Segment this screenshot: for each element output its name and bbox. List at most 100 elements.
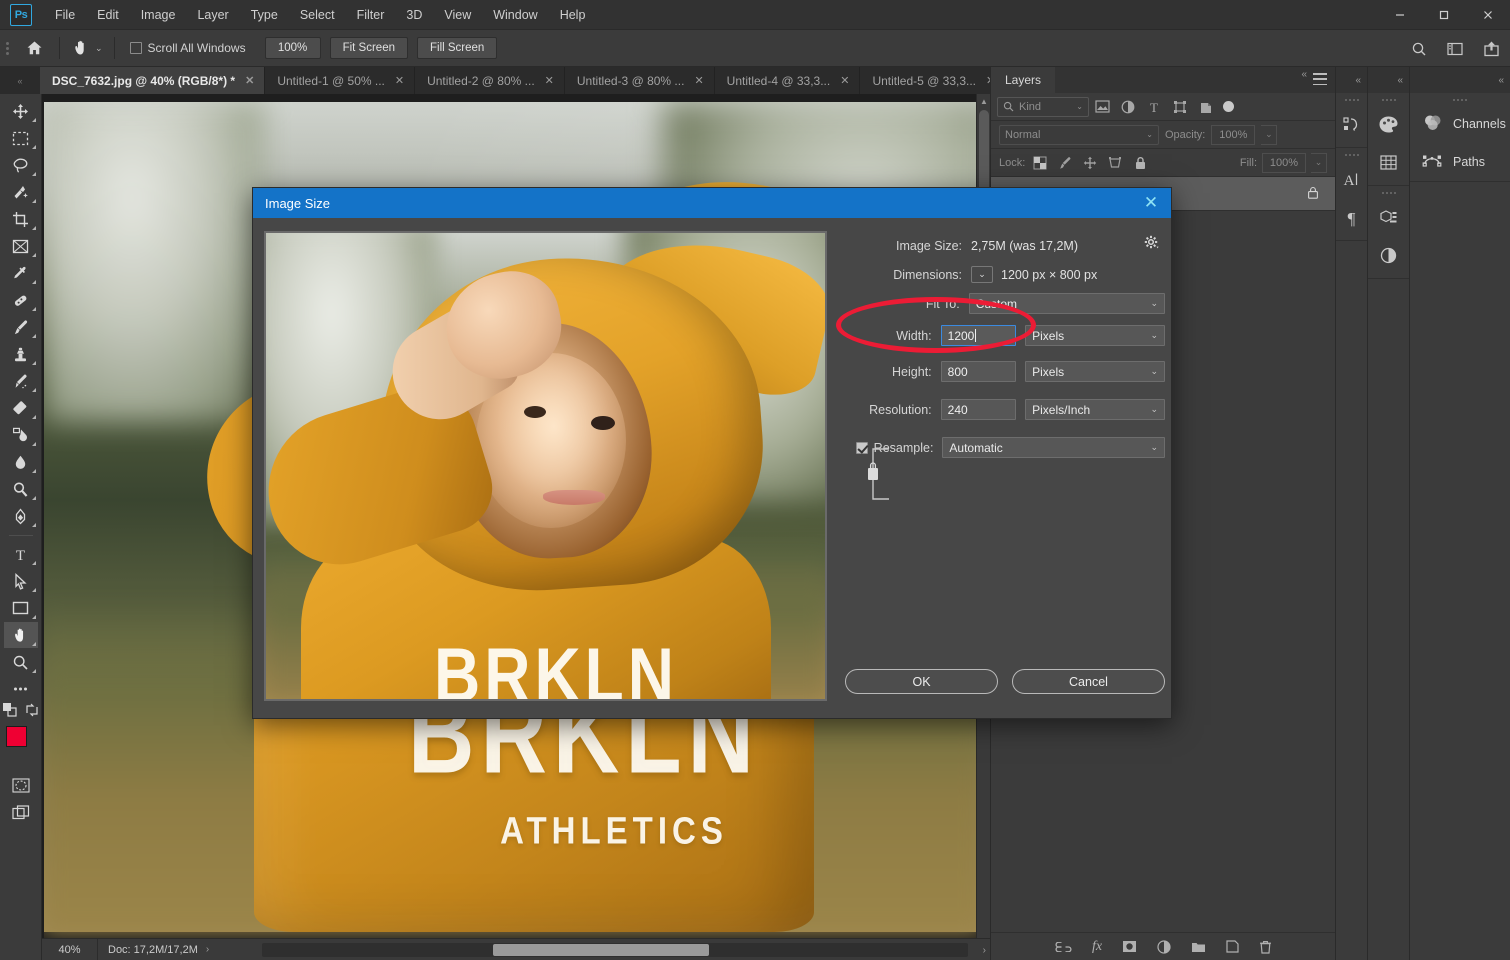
- dialog-close-icon[interactable]: ✕: [1131, 188, 1171, 218]
- eraser-tool[interactable]: [4, 395, 38, 421]
- brush-tool[interactable]: [4, 314, 38, 340]
- gradient-tool[interactable]: [4, 422, 38, 448]
- lock-all-icon[interactable]: [1130, 153, 1150, 173]
- width-unit-select[interactable]: Pixels ⌄: [1025, 325, 1165, 346]
- width-input[interactable]: 1200: [941, 325, 1016, 346]
- shape-layer-filter-icon[interactable]: [1167, 96, 1193, 118]
- menu-3d[interactable]: 3D: [395, 4, 433, 26]
- fit-to-select[interactable]: Custom ⌄: [969, 293, 1165, 314]
- gear-icon[interactable]: [1144, 235, 1159, 253]
- opacity-stepper-icon[interactable]: ⌄: [1261, 125, 1277, 145]
- clone-stamp-tool[interactable]: [4, 341, 38, 367]
- eyedropper-tool[interactable]: [4, 260, 38, 286]
- screen-mode-icon[interactable]: [4, 799, 38, 825]
- scroll-up-arrow-icon[interactable]: ▲: [977, 94, 991, 108]
- adjustments-icon[interactable]: [1368, 236, 1409, 274]
- cancel-button[interactable]: Cancel: [1012, 669, 1165, 694]
- fit-screen-button[interactable]: Fit Screen: [330, 37, 408, 59]
- opacity-value[interactable]: 100%: [1211, 125, 1255, 145]
- fill-value[interactable]: 100%: [1262, 153, 1306, 173]
- rail-c-grip[interactable]: [1410, 93, 1510, 105]
- foreground-color-swatch[interactable]: [6, 726, 27, 747]
- share-icon[interactable]: [1480, 38, 1502, 60]
- swatches-icon[interactable]: [1368, 143, 1409, 181]
- blur-tool[interactable]: [4, 449, 38, 475]
- layers-panel-menu-icon[interactable]: [1313, 73, 1327, 85]
- tab-close-icon[interactable]: ✕: [245, 74, 254, 87]
- fill-stepper-icon[interactable]: ⌄: [1311, 153, 1327, 173]
- 3d-icon[interactable]: [1368, 198, 1409, 236]
- rail-a-grip-1[interactable]: [1336, 93, 1367, 105]
- paragraph-icon[interactable]: ¶: [1336, 198, 1367, 236]
- pen-tool[interactable]: [4, 503, 38, 529]
- smart-object-filter-icon[interactable]: [1193, 96, 1219, 118]
- layer-filter-kind-select[interactable]: Kind ⌄: [997, 97, 1089, 117]
- tab-bar-grip[interactable]: «: [0, 67, 40, 94]
- ok-button[interactable]: OK: [845, 669, 998, 694]
- rail-a-collapse-icon[interactable]: «: [1336, 67, 1367, 93]
- resolution-unit-select[interactable]: Pixels/Inch ⌄: [1025, 399, 1165, 420]
- history-icon[interactable]: [1336, 105, 1367, 143]
- adjustment-layer-filter-icon[interactable]: [1115, 96, 1141, 118]
- default-colors-icon[interactable]: [3, 703, 17, 720]
- lock-position-icon[interactable]: [1080, 153, 1100, 173]
- filter-toggle-icon[interactable]: [1223, 101, 1234, 112]
- close-button[interactable]: [1466, 0, 1510, 30]
- quick-selection-tool[interactable]: [4, 179, 38, 205]
- zoom-tool[interactable]: [4, 649, 38, 675]
- home-icon[interactable]: [14, 30, 54, 67]
- height-unit-select[interactable]: Pixels ⌄: [1025, 361, 1165, 382]
- layers-panel-collapse-icon[interactable]: «: [1301, 69, 1307, 80]
- rail-b-grip-1[interactable]: [1368, 93, 1409, 105]
- image-preview[interactable]: BRKLN: [264, 231, 827, 701]
- type-tool[interactable]: T: [4, 541, 38, 567]
- move-tool[interactable]: [4, 98, 38, 124]
- lock-artboard-nesting-icon[interactable]: [1105, 153, 1125, 173]
- new-layer-icon[interactable]: [1226, 940, 1239, 953]
- zoom-level-field[interactable]: 40%: [42, 939, 98, 960]
- dimensions-dropdown-icon[interactable]: ⌄: [971, 266, 993, 283]
- menu-window[interactable]: Window: [482, 4, 548, 26]
- link-layers-icon[interactable]: [1055, 942, 1072, 952]
- crop-tool[interactable]: [4, 206, 38, 232]
- menu-help[interactable]: Help: [549, 4, 597, 26]
- document-tab-untitled-4[interactable]: Untitled-4 @ 33,3... ✕: [715, 67, 861, 94]
- menu-select[interactable]: Select: [289, 4, 346, 26]
- resample-checkbox[interactable]: [856, 442, 868, 454]
- menu-view[interactable]: View: [433, 4, 482, 26]
- blend-mode-select[interactable]: Normal ⌄: [999, 125, 1159, 145]
- color-icon[interactable]: [1368, 105, 1409, 143]
- scroll-all-windows-checkbox[interactable]: [130, 42, 142, 54]
- tab-close-icon[interactable]: ✕: [545, 74, 554, 87]
- quick-mask-icon[interactable]: [4, 772, 38, 798]
- rail-a-grip-2[interactable]: [1336, 148, 1367, 160]
- document-tab-untitled-1[interactable]: Untitled-1 @ 50% ... ✕: [265, 67, 415, 94]
- layer-lock-icon[interactable]: [1307, 186, 1319, 202]
- rail-item-channels[interactable]: Channels: [1410, 105, 1510, 143]
- horizontal-scroll-thumb[interactable]: [493, 944, 709, 956]
- new-group-icon[interactable]: [1191, 941, 1206, 953]
- resolution-input[interactable]: 240: [941, 399, 1016, 420]
- dodge-tool[interactable]: [4, 476, 38, 502]
- menu-type[interactable]: Type: [240, 4, 289, 26]
- new-adjustment-layer-icon[interactable]: [1157, 940, 1171, 954]
- document-tab-dsc7632[interactable]: DSC_7632.jpg @ 40% (RGB/8*) * ✕: [40, 67, 265, 94]
- menu-layer[interactable]: Layer: [186, 4, 239, 26]
- workspace-icon[interactable]: [1444, 38, 1466, 60]
- menu-file[interactable]: File: [44, 4, 86, 26]
- scroll-all-windows-option[interactable]: Scroll All Windows: [120, 41, 256, 55]
- lock-transparent-pixels-icon[interactable]: [1030, 153, 1050, 173]
- menu-edit[interactable]: Edit: [86, 4, 130, 26]
- rail-item-paths[interactable]: Paths: [1410, 143, 1510, 181]
- hand-tool-preset[interactable]: ⌄: [65, 38, 109, 58]
- lock-image-pixels-icon[interactable]: [1055, 153, 1075, 173]
- swap-colors-icon[interactable]: [25, 703, 39, 720]
- document-tab-untitled-2[interactable]: Untitled-2 @ 80% ... ✕: [415, 67, 565, 94]
- frame-tool[interactable]: [4, 233, 38, 259]
- tab-close-icon[interactable]: ✕: [395, 74, 404, 87]
- rail-b-grip-2[interactable]: [1368, 186, 1409, 198]
- scroll-right-arrow-icon[interactable]: ›: [983, 939, 986, 960]
- tab-close-icon[interactable]: ✕: [840, 74, 849, 87]
- document-tab-untitled-3[interactable]: Untitled-3 @ 80% ... ✕: [565, 67, 715, 94]
- color-swatches[interactable]: [4, 726, 38, 760]
